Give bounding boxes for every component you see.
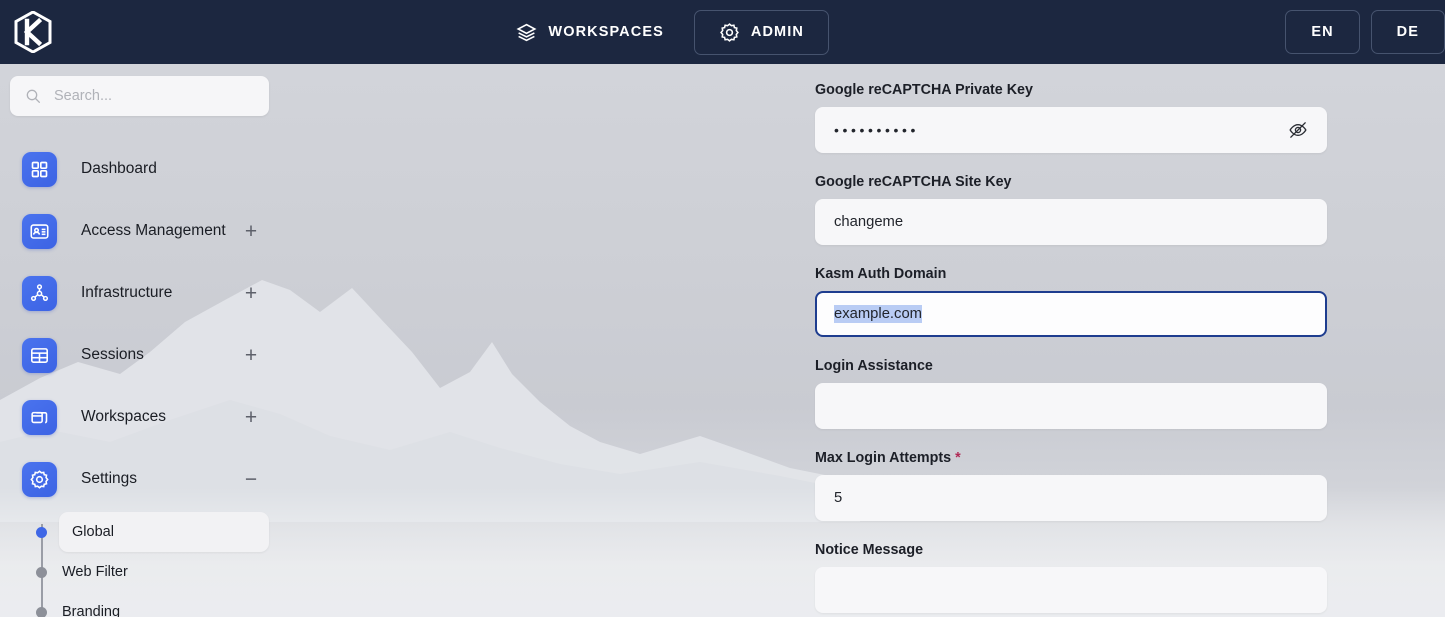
primary-nav: WORKSPACES ADMIN [66, 10, 1265, 55]
expander-icon[interactable]: + [241, 221, 261, 241]
recaptcha-site-key-input[interactable] [815, 199, 1327, 245]
sidebar-nav-list: Dashboard Access Management + [0, 138, 279, 617]
max-login-attempts-input[interactable] [815, 475, 1327, 521]
sidebar-item-label: Sessions [81, 346, 241, 364]
sidebar-subitem-label: Branding [62, 604, 120, 617]
top-navigation-bar: WORKSPACES ADMIN EN DE [0, 0, 1445, 64]
timeline-dot [36, 567, 47, 578]
sidebar-subitem-label: Web Filter [62, 564, 128, 580]
expander-icon [241, 159, 261, 179]
search-icon [25, 88, 41, 104]
id-card-icon [22, 214, 57, 249]
network-hub-icon [22, 276, 57, 311]
search-input[interactable] [54, 88, 254, 104]
field-label: Kasm Auth Domain [815, 266, 1327, 282]
field-label: Notice Message [815, 542, 1327, 558]
gear-icon [719, 22, 740, 43]
expander-icon[interactable]: + [241, 345, 261, 365]
field-label: Google reCAPTCHA Private Key [815, 82, 1327, 98]
expander-icon[interactable]: − [241, 469, 261, 489]
eye-off-icon[interactable] [1288, 120, 1308, 140]
sidebar-item-label: Infrastructure [81, 284, 241, 302]
masked-value: •••••••••• [834, 122, 919, 138]
sidebar-item-infrastructure[interactable]: Infrastructure + [0, 262, 279, 324]
sidebar-item-label: Dashboard [81, 160, 241, 178]
field-notice-message: Notice Message [815, 542, 1327, 613]
sidebar-subitem-global[interactable]: Global [59, 512, 269, 552]
expander-icon[interactable]: + [241, 407, 261, 427]
field-label: Google reCAPTCHA Site Key [815, 174, 1327, 190]
recaptcha-site-key-value[interactable] [834, 214, 1308, 230]
notice-message-input[interactable] [815, 567, 1327, 613]
sidebar-item-label: Settings [81, 470, 241, 488]
required-marker: * [955, 450, 961, 466]
timeline-dot [36, 527, 47, 538]
search-box[interactable] [10, 76, 269, 116]
timeline-dot [36, 607, 47, 617]
settings-subitems: Global Web Filter Branding [0, 512, 279, 617]
field-label-text: Max Login Attempts [815, 450, 951, 466]
gear-icon [22, 462, 57, 497]
field-login-assistance: Login Assistance [815, 358, 1327, 429]
recaptcha-private-key-input[interactable]: •••••••••• [815, 107, 1327, 153]
sidebar-item-sessions[interactable]: Sessions + [0, 324, 279, 386]
kasm-logo[interactable] [0, 0, 66, 64]
sidebar: Dashboard Access Management + [0, 64, 279, 617]
nav-workspaces[interactable]: WORKSPACES [502, 12, 677, 53]
sidebar-item-label: Workspaces [81, 408, 241, 426]
field-recaptcha-site-key: Google reCAPTCHA Site Key [815, 174, 1327, 245]
grid-icon [22, 152, 57, 187]
field-max-login-attempts: Max Login Attempts * [815, 450, 1327, 521]
notice-message-value[interactable] [834, 582, 1308, 598]
field-label: Login Assistance [815, 358, 1327, 374]
sidebar-item-label: Access Management [81, 222, 241, 240]
sidebar-item-settings[interactable]: Settings − [0, 448, 279, 510]
settings-form: Google reCAPTCHA Private Key •••••••••• … [800, 64, 1445, 617]
field-label: Max Login Attempts * [815, 450, 1327, 466]
windows-icon [22, 400, 57, 435]
kasm-auth-domain-input[interactable]: example.com [815, 291, 1327, 337]
kasm-auth-domain-value: example.com [834, 305, 922, 323]
login-assistance-value[interactable] [834, 398, 1308, 414]
language-switcher: EN DE [1285, 10, 1445, 54]
max-login-attempts-value[interactable] [834, 490, 1308, 506]
sidebar-item-dashboard[interactable]: Dashboard [0, 138, 279, 200]
sidebar-subitem-branding[interactable]: Branding [0, 592, 269, 617]
field-recaptcha-private-key: Google reCAPTCHA Private Key •••••••••• [815, 82, 1327, 153]
lang-button-en[interactable]: EN [1285, 10, 1359, 54]
lang-button-de[interactable]: DE [1371, 10, 1445, 54]
sidebar-subitem-label: Global [72, 524, 114, 540]
table-icon [22, 338, 57, 373]
sidebar-subitem-web-filter[interactable]: Web Filter [0, 552, 269, 592]
kasm-hexagon-logo-icon [13, 11, 53, 53]
login-assistance-input[interactable] [815, 383, 1327, 429]
field-kasm-auth-domain: Kasm Auth Domain example.com [815, 266, 1327, 337]
nav-workspaces-label: WORKSPACES [548, 24, 663, 40]
expander-icon[interactable]: + [241, 283, 261, 303]
nav-admin[interactable]: ADMIN [694, 10, 829, 55]
sidebar-item-workspaces[interactable]: Workspaces + [0, 386, 279, 448]
layers-icon [516, 22, 537, 43]
sidebar-item-access-management[interactable]: Access Management + [0, 200, 279, 262]
nav-admin-label: ADMIN [751, 24, 804, 40]
